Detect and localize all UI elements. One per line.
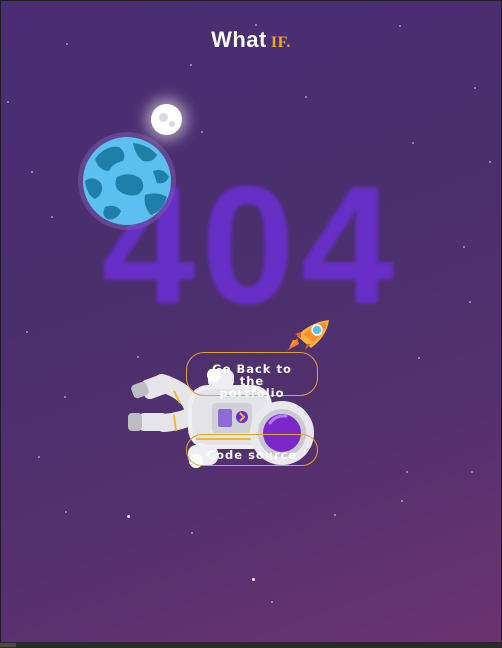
scrollbar-thumb[interactable]: [0, 643, 16, 647]
star: [305, 96, 307, 98]
page-title: What IF.: [1, 27, 501, 53]
star: [191, 532, 193, 534]
star: [471, 471, 473, 473]
rocket-icon: [287, 318, 333, 356]
star: [190, 64, 192, 66]
star: [255, 24, 257, 26]
star: [127, 515, 130, 518]
title-accent: IF.: [270, 34, 291, 51]
star: [252, 578, 255, 581]
star: [137, 356, 139, 358]
earth-icon: [78, 132, 176, 230]
code-source-button[interactable]: Code source: [186, 434, 318, 466]
error-page: What IF. 404 Go Back to the portfolio Co…: [1, 1, 501, 642]
star: [38, 456, 40, 458]
star: [26, 331, 28, 333]
star: [65, 511, 67, 513]
star: [406, 471, 408, 473]
star: [412, 142, 414, 144]
title-main: What: [211, 27, 267, 52]
error-code: 404: [101, 151, 401, 339]
back-to-portfolio-button[interactable]: Go Back to the portfolio: [186, 352, 318, 399]
star: [334, 514, 336, 516]
star: [7, 101, 9, 103]
star: [271, 601, 273, 603]
star: [201, 131, 203, 133]
star: [401, 500, 403, 502]
moon-icon: [151, 104, 182, 135]
horizontal-scrollbar[interactable]: [0, 642, 502, 648]
star: [418, 357, 420, 359]
star: [474, 87, 476, 89]
star: [64, 396, 66, 398]
